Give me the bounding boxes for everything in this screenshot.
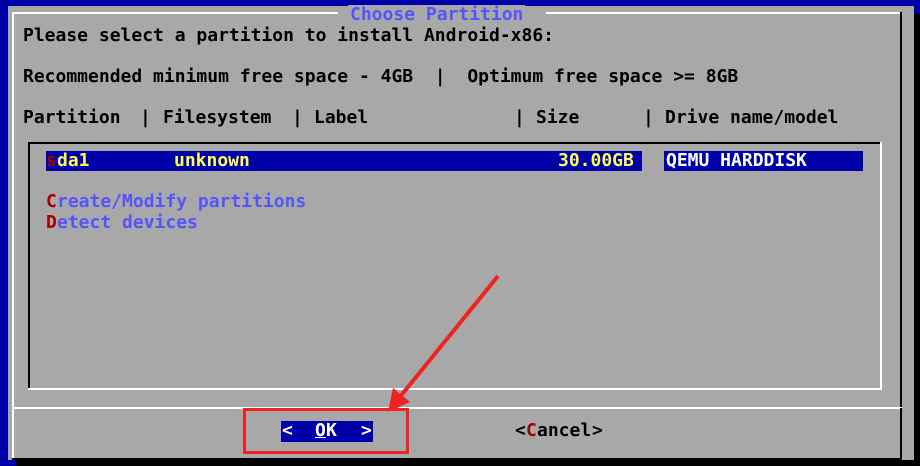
annotation-arrow-icon: [388, 274, 500, 412]
